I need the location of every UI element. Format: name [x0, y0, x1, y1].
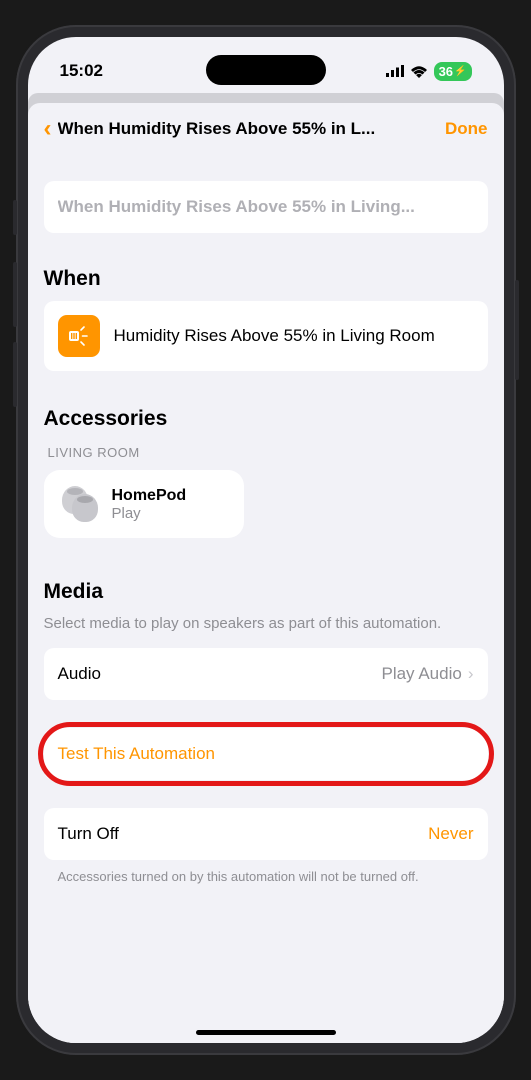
- done-button[interactable]: Done: [445, 119, 488, 139]
- status-time: 15:02: [60, 61, 103, 81]
- wifi-icon: [410, 65, 428, 78]
- when-condition-text: Humidity Rises Above 55% in Living Room: [114, 325, 435, 348]
- homepod-icon: [60, 486, 100, 522]
- audio-row[interactable]: Audio Play Audio ›: [44, 648, 488, 700]
- media-description: Select media to play on speakers as part…: [44, 614, 488, 634]
- turn-off-row[interactable]: Turn Off Never: [44, 808, 488, 860]
- accessories-section-title: Accessories: [44, 407, 488, 431]
- audio-label: Audio: [58, 664, 101, 684]
- battery-icon: 36⚡: [434, 62, 472, 81]
- when-condition-row[interactable]: Humidity Rises Above 55% in Living Room: [44, 301, 488, 371]
- back-button[interactable]: ‹: [44, 117, 52, 141]
- turn-off-label: Turn Off: [58, 824, 119, 844]
- turn-off-note: Accessories turned on by this automation…: [44, 860, 488, 894]
- turn-off-value: Never: [428, 824, 473, 844]
- chevron-right-icon: ›: [468, 664, 474, 684]
- when-section-title: When: [44, 267, 488, 291]
- media-section-title: Media: [44, 580, 488, 604]
- automation-name-input[interactable]: When Humidity Rises Above 55% in Living.…: [44, 181, 488, 233]
- humidity-sensor-icon: [58, 315, 100, 357]
- accessory-tile-homepod[interactable]: HomePod Play: [44, 470, 244, 538]
- audio-value: Play Audio ›: [381, 664, 473, 684]
- accessory-action: Play: [112, 505, 187, 522]
- room-group-label: LIVING ROOM: [48, 445, 488, 460]
- notch: [206, 55, 326, 85]
- test-automation-button[interactable]: Test This Automation: [44, 728, 488, 780]
- cellular-signal-icon: [386, 65, 404, 77]
- home-indicator[interactable]: [196, 1030, 336, 1035]
- accessory-name: HomePod: [112, 487, 187, 505]
- page-title: When Humidity Rises Above 55% in L...: [58, 119, 440, 139]
